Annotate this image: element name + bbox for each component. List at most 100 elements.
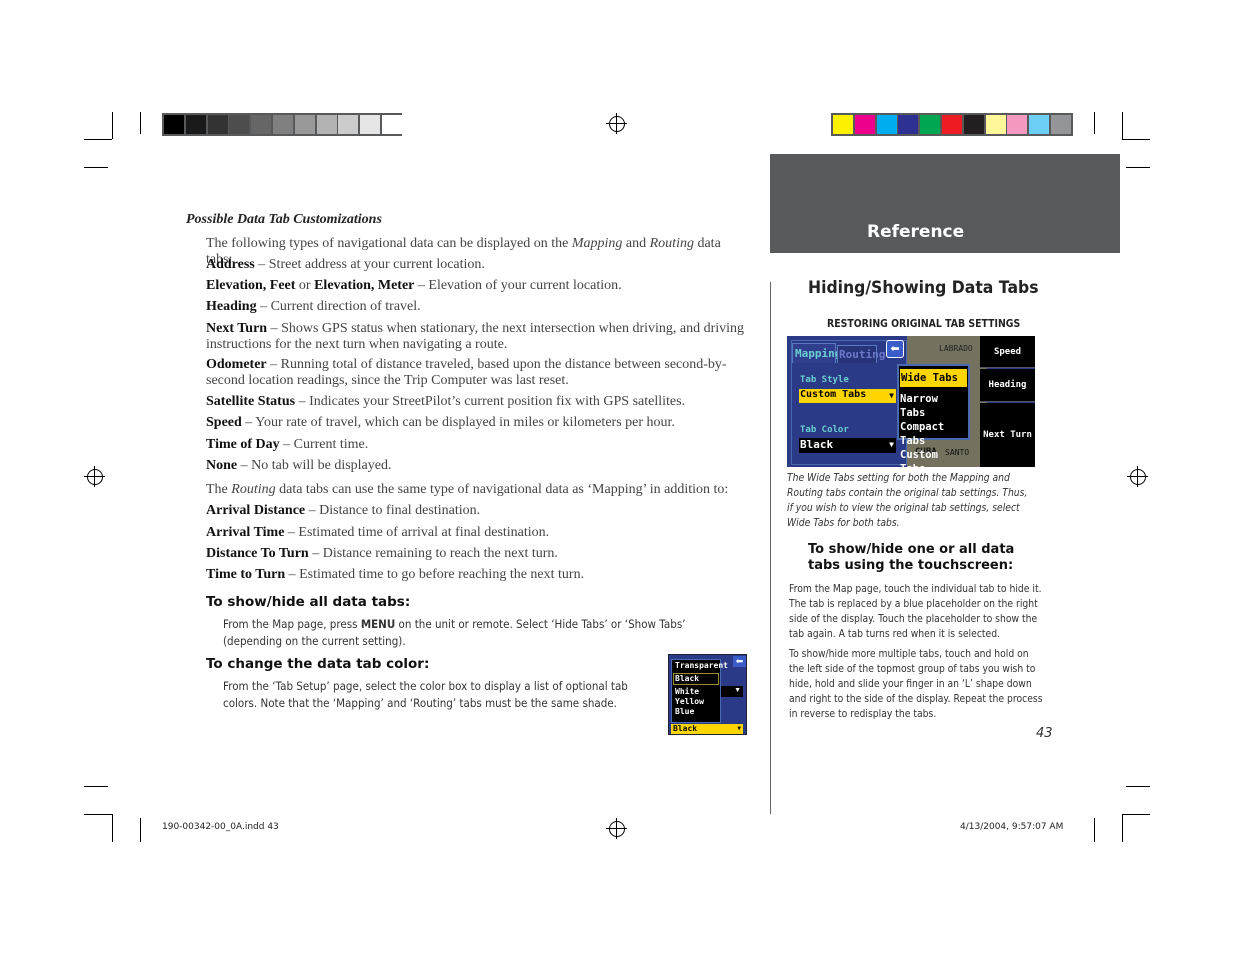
data-type-term: Distance To Turn — [206, 546, 309, 561]
page-number: 43 — [1036, 726, 1053, 741]
gray-swatch — [338, 115, 359, 134]
tab-style-label: Tab Style — [800, 375, 849, 385]
data-type-item: Odometer – Running total of distance tra… — [206, 357, 746, 389]
dropdown-arrow-icon: ▼ — [721, 686, 743, 697]
tab-style-options: Wide Tabs Narrow Tabs Compact Tabs Custo… — [897, 364, 970, 467]
color-heading: To change the data tab color: — [206, 656, 430, 672]
color-swatch — [1051, 115, 1071, 134]
data-type-desc: – Distance remaining to reach the next t… — [308, 546, 558, 561]
tab-color-select[interactable]: Black ▼ — [671, 724, 743, 734]
show-hide-heading: To show/hide all data tabs: — [206, 594, 411, 610]
data-type-item: Next Turn – Shows GPS status when statio… — [206, 321, 746, 353]
data-type-item: Heading – Current direction of travel. — [206, 299, 746, 315]
color-option[interactable]: Yellow — [675, 697, 717, 707]
color-swatch — [985, 115, 1006, 134]
data-type-desc: – Current direction of travel. — [256, 299, 421, 314]
tab-mapping[interactable]: Mapping — [792, 343, 841, 363]
slug-left: 190-00342-00_0A.indd 43 — [162, 822, 279, 832]
page-title: Hiding/Showing Data Tabs — [808, 278, 1039, 298]
color-swatch — [963, 115, 984, 134]
color-option[interactable]: Black — [673, 673, 719, 685]
tab-color-select[interactable]: Black ▼ — [799, 438, 896, 453]
data-type-desc: – Running total of distance traveled, ba… — [206, 357, 727, 388]
color-swatch — [942, 115, 962, 134]
color-swatch — [833, 115, 853, 134]
data-tab-heading[interactable]: Heading — [980, 369, 1035, 402]
data-type-term: Speed — [206, 415, 242, 430]
tab-style-select[interactable]: Custom Tabs ▼ — [799, 389, 896, 403]
show-hide-text: From the Map page, press MENU on the uni… — [223, 617, 686, 648]
slug-right: 4/13/2004, 9:57:07 AM — [960, 822, 1064, 832]
tab-setup-screenshot: LABRADO CUBA SANTO Mapping Routing ⬅ Tab… — [787, 336, 1035, 467]
data-type-term: Next Turn — [206, 321, 268, 336]
gray-swatch — [251, 115, 272, 134]
data-type-term: Arrival Distance — [206, 503, 306, 518]
color-swatch — [1007, 115, 1028, 134]
data-type-desc: – Street address at your current locatio… — [254, 257, 485, 272]
data-type-term: Address — [206, 257, 255, 272]
data-type-item: Arrival Time – Estimated time of arrival… — [206, 525, 746, 541]
data-type-desc: – No tab will be displayed. — [237, 458, 392, 473]
registration-mark-icon — [1127, 466, 1148, 487]
data-type-desc: – Your rate of travel, which can be disp… — [241, 415, 675, 430]
data-type-desc: – Estimated time to go before reaching t… — [285, 567, 585, 582]
data-type-term: Elevation, Meter — [314, 278, 415, 293]
data-type-term: None — [206, 458, 238, 473]
tab-routing[interactable]: Routing — [837, 345, 885, 363]
section-tab-label: Reference — [867, 222, 965, 242]
column-divider — [770, 282, 771, 814]
gray-swatch — [185, 115, 206, 134]
tab-color-label: Tab Color — [800, 425, 849, 435]
data-type-term: Arrival Time — [206, 525, 285, 540]
color-swatch — [1029, 115, 1050, 134]
gray-swatch — [229, 115, 250, 134]
data-type-desc: – Current time. — [279, 437, 369, 452]
registration-mark-icon — [606, 818, 627, 839]
screenshot-caption: The Wide Tabs setting for both the Mappi… — [787, 472, 1028, 529]
data-type-desc: – Elevation of your current location. — [414, 278, 622, 293]
section-title: Possible Data Tab Customizations — [186, 212, 382, 227]
gray-swatch — [273, 115, 293, 134]
data-type-term: Heading — [206, 299, 257, 314]
intro2-text: The Routing data tabs can use the same t… — [206, 482, 729, 497]
back-arrow-icon: ⬅ — [733, 656, 746, 667]
data-tab-speed[interactable]: Speed — [980, 336, 1035, 368]
data-type-item: Speed – Your rate of travel, which can b… — [206, 415, 746, 431]
data-type-desc: – Distance to final destination. — [305, 503, 481, 518]
style-option[interactable]: Narrow Tabs — [900, 392, 967, 420]
color-option[interactable]: Blue — [675, 707, 717, 717]
touch-para-1: From the Map page, touch the individual … — [789, 583, 1042, 640]
data-type-item: Satellite Status – Indicates your Street… — [206, 394, 746, 410]
data-type-item: Address – Street address at your current… — [206, 257, 746, 273]
color-option[interactable]: White — [675, 687, 717, 697]
data-type-term: Elevation, Feet — [206, 278, 296, 293]
map-label: LABRADO — [939, 344, 973, 353]
style-option[interactable]: Custom Tabs — [900, 448, 967, 467]
data-type-desc: – Indicates your StreetPilot’s current p… — [295, 394, 686, 409]
back-arrow-icon[interactable]: ⬅ — [886, 340, 904, 358]
touch-heading: To show/hide one or all data tabs using … — [808, 542, 1015, 573]
data-type-item: Elevation, Feet or Elevation, Meter – El… — [206, 278, 622, 293]
data-type-desc: – Estimated time of arrival at final des… — [284, 525, 550, 540]
gray-swatch — [164, 115, 184, 134]
gray-swatch — [207, 115, 228, 134]
data-tab-next-turn[interactable]: Next Turn — [980, 403, 1035, 467]
registration-mark-icon — [84, 466, 105, 487]
gray-swatch — [294, 115, 315, 134]
color-options-list: Transparent Black White Yellow Blue — [671, 659, 728, 723]
color-option[interactable]: Transparent — [675, 661, 728, 671]
data-type-item: Time of Day – Current time. — [206, 437, 746, 453]
data-type-item: None – No tab will be displayed. — [206, 458, 746, 474]
style-option[interactable]: Wide Tabs — [900, 369, 967, 387]
subtitle: RESTORING ORIGINAL TAB SETTINGS — [827, 317, 1021, 330]
color-text: From the ‘Tab Setup’ page, select the co… — [223, 679, 628, 710]
style-option[interactable]: Compact Tabs — [900, 420, 967, 448]
data-type-desc: – Shows GPS status when stationary, the … — [206, 321, 745, 352]
gray-swatch — [360, 115, 381, 134]
touch-para-2: To show/hide more multiple tabs, touch a… — [789, 648, 1043, 720]
data-type-term: Odometer — [206, 357, 267, 372]
data-type-item: Time to Turn – Estimated time to go befo… — [206, 567, 746, 583]
color-swatch — [876, 115, 897, 134]
color-swatch — [920, 115, 941, 134]
registration-mark-icon — [606, 113, 627, 134]
